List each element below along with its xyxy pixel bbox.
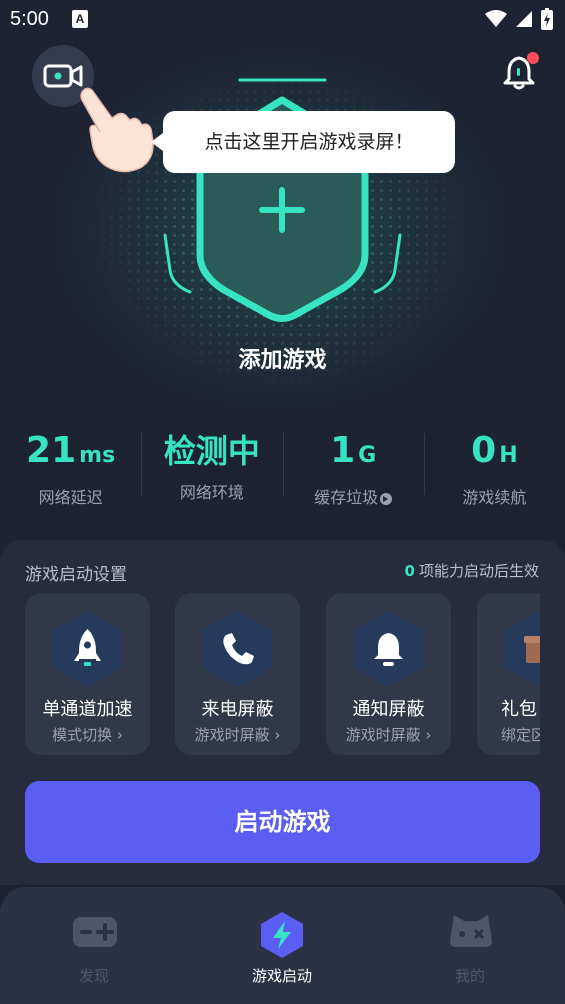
stat-value: 21 <box>26 430 77 471</box>
tab-profile[interactable]: 我的 <box>376 887 564 1004</box>
feature-cards: 单通道加速 模式切换 › 来电屏蔽 游戏时屏蔽 › 通知屏蔽 游戏时屏蔽 › 礼… <box>25 593 540 755</box>
tab-label: 发现 <box>78 967 109 985</box>
feature-subtitle: 绑定区 <box>501 726 540 744</box>
feature-card-acceleration[interactable]: 单通道加速 模式切换 › <box>25 593 150 755</box>
feature-title: 单通道加速 <box>42 699 133 720</box>
status-notification-icon: A <box>72 10 88 28</box>
stat-latency: 21 ms 网络延迟 <box>0 425 141 510</box>
signal-icon <box>516 11 532 27</box>
stat-value: 1 <box>330 430 356 471</box>
feature-card-notification-block[interactable]: 通知屏蔽 游戏时屏蔽 › <box>326 593 451 755</box>
stat-unit: G <box>358 443 377 468</box>
gift-icon <box>505 611 540 687</box>
tab-game-launch[interactable]: 游戏启动 <box>188 887 376 1004</box>
feature-title: 礼包 <box>501 699 537 720</box>
stat-battery-life: 0H 游戏续航 <box>423 425 565 510</box>
feature-card-gift[interactable]: 礼包 绑定区 <box>477 593 540 755</box>
settings-note-count: 0 <box>404 562 415 580</box>
feature-card-call-block[interactable]: 来电屏蔽 游戏时屏蔽 › <box>175 593 300 755</box>
feature-title: 来电屏蔽 <box>201 699 274 720</box>
start-game-button[interactable]: 启动游戏 <box>25 781 540 863</box>
tab-label: 我的 <box>454 967 485 985</box>
tab-label: 游戏启动 <box>251 967 312 985</box>
stat-network: 检测中 网络环境 <box>141 425 282 510</box>
stat-label: 游戏续航 <box>462 488 527 507</box>
phone-icon <box>203 611 272 687</box>
add-game-label[interactable]: 添加游戏 <box>0 342 565 374</box>
tab-discover[interactable]: 发现 <box>0 887 188 1004</box>
feature-subtitle: 游戏时屏蔽 › <box>345 726 432 744</box>
stats-row: 21 ms 网络延迟 检测中 网络环境 1G 缓存垃圾 0H 游戏续航 <box>0 425 565 510</box>
pointing-hand-icon <box>80 87 154 173</box>
profile-icon <box>450 915 492 947</box>
stat-value: 0 <box>471 430 497 471</box>
stat-label: 网络环境 <box>179 483 244 502</box>
add-game-shield-icon[interactable] <box>160 70 405 335</box>
settings-title: 游戏启动设置 <box>25 565 127 585</box>
stat-unit: ms <box>79 443 116 468</box>
stat-value: 检测中 <box>163 432 260 470</box>
bottom-nav: 发现 游戏启动 我的 <box>0 887 565 1004</box>
feature-subtitle: 模式切换 › <box>52 726 123 744</box>
bell-icon <box>503 52 539 90</box>
feature-subtitle: 游戏时屏蔽 › <box>194 726 281 744</box>
status-time: 5:00 <box>10 8 49 30</box>
wifi-icon <box>485 10 507 27</box>
record-tooltip: 点击这里开启游戏录屏！ <box>151 111 455 173</box>
stat-label: 网络延迟 <box>38 488 103 507</box>
bell-icon <box>354 611 423 687</box>
status-bar: 5:00 A <box>0 0 565 40</box>
stat-label: 缓存垃圾 <box>314 488 379 507</box>
battery-icon <box>541 8 553 30</box>
notification-badge <box>527 52 539 64</box>
settings-note-text: 项能力启动后生效 <box>418 562 539 580</box>
stat-cache[interactable]: 1G 缓存垃圾 <box>282 425 424 510</box>
settings-note: 0 项能力启动后生效 <box>405 560 539 581</box>
gamepad-icon <box>73 917 117 947</box>
status-icons <box>485 8 553 30</box>
stat-unit: H <box>499 443 518 468</box>
feature-title: 通知屏蔽 <box>352 699 425 720</box>
game-launch-settings: 游戏启动设置 0 项能力启动后生效 单通道加速 模式切换 › 来电屏蔽 游戏时屏蔽… <box>0 540 565 885</box>
notification-button[interactable] <box>500 52 540 96</box>
rocket-icon <box>53 611 122 687</box>
chevron-right-icon <box>380 492 393 505</box>
lightning-icon <box>261 912 303 958</box>
